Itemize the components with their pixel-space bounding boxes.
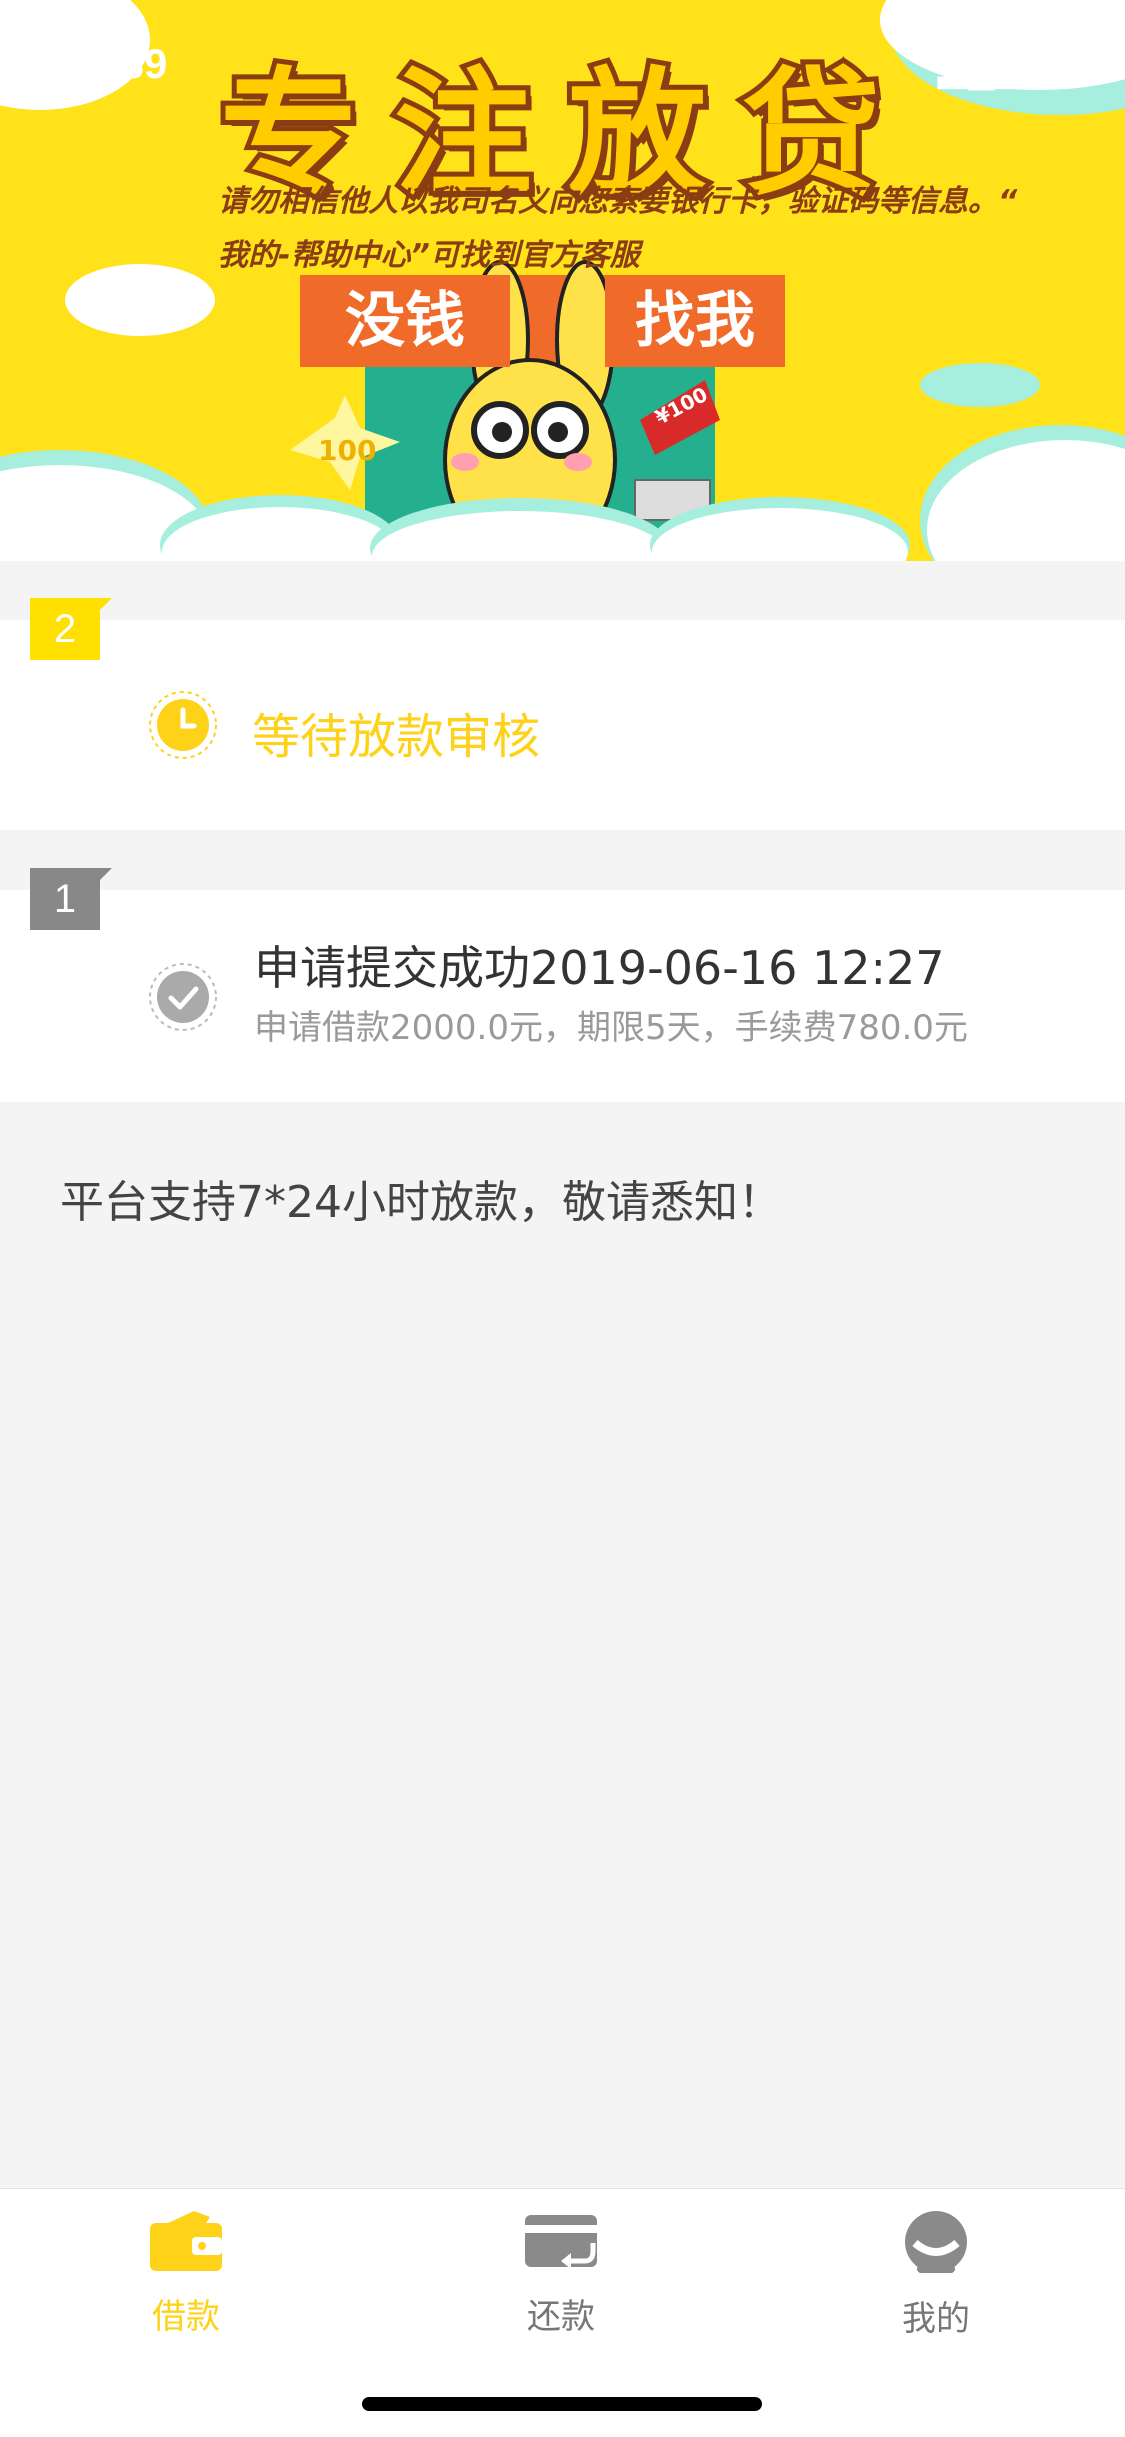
step-number-badge: 1: [30, 868, 112, 930]
status-time: 12:39: [60, 40, 168, 87]
submit-success-title: 申请提交成功2019-06-16 12:27: [254, 941, 945, 995]
tab-mine-label: 我的: [902, 2299, 970, 2339]
step-number-badge: 2: [30, 598, 112, 660]
tab-repay[interactable]: 还款: [461, 2209, 661, 2338]
signal-icon: ▂▄▆: [938, 46, 1024, 88]
banner-sign-left: 没钱: [300, 275, 510, 367]
coin-left-label: 100: [318, 434, 376, 467]
tab-repay-label: 还款: [527, 2297, 595, 2337]
banner-sign-right: 找我: [605, 275, 785, 367]
check-icon: [149, 963, 217, 1031]
status-network: ▂▄▆ 4G: [938, 44, 1085, 89]
network-label: 4G: [1034, 46, 1085, 88]
banner-notice-line1: 请勿相信他人以我司名义向您索要银行卡，验证码等信息。“: [218, 184, 1018, 219]
home-indicator: [362, 2397, 762, 2411]
wallet-icon: [150, 2211, 222, 2271]
tab-loan-label: 借款: [152, 2297, 220, 2337]
promo-banner[interactable]: 100 ¥100 12:39 ▂▄▆ 4G 专注放贷 请勿相信他人以我司名义向您…: [0, 0, 1125, 561]
card-return-icon: [525, 2215, 597, 2269]
tab-mine[interactable]: 我的: [836, 2209, 1036, 2340]
tab-loan[interactable]: 借款: [86, 2209, 286, 2338]
clock-icon: [149, 691, 217, 759]
banner-notice-line2: 我的-帮助中心”可找到官方客服: [218, 238, 640, 273]
service-notice: 平台支持7*24小时放款，敬请悉知！: [60, 1177, 782, 1228]
pending-status-text: 等待放款审核: [252, 709, 541, 765]
user-avatar-icon: [905, 2211, 967, 2273]
loan-detail-text: 申请借款2000.0元，期限5天，手续费780.0元: [254, 1008, 968, 1048]
